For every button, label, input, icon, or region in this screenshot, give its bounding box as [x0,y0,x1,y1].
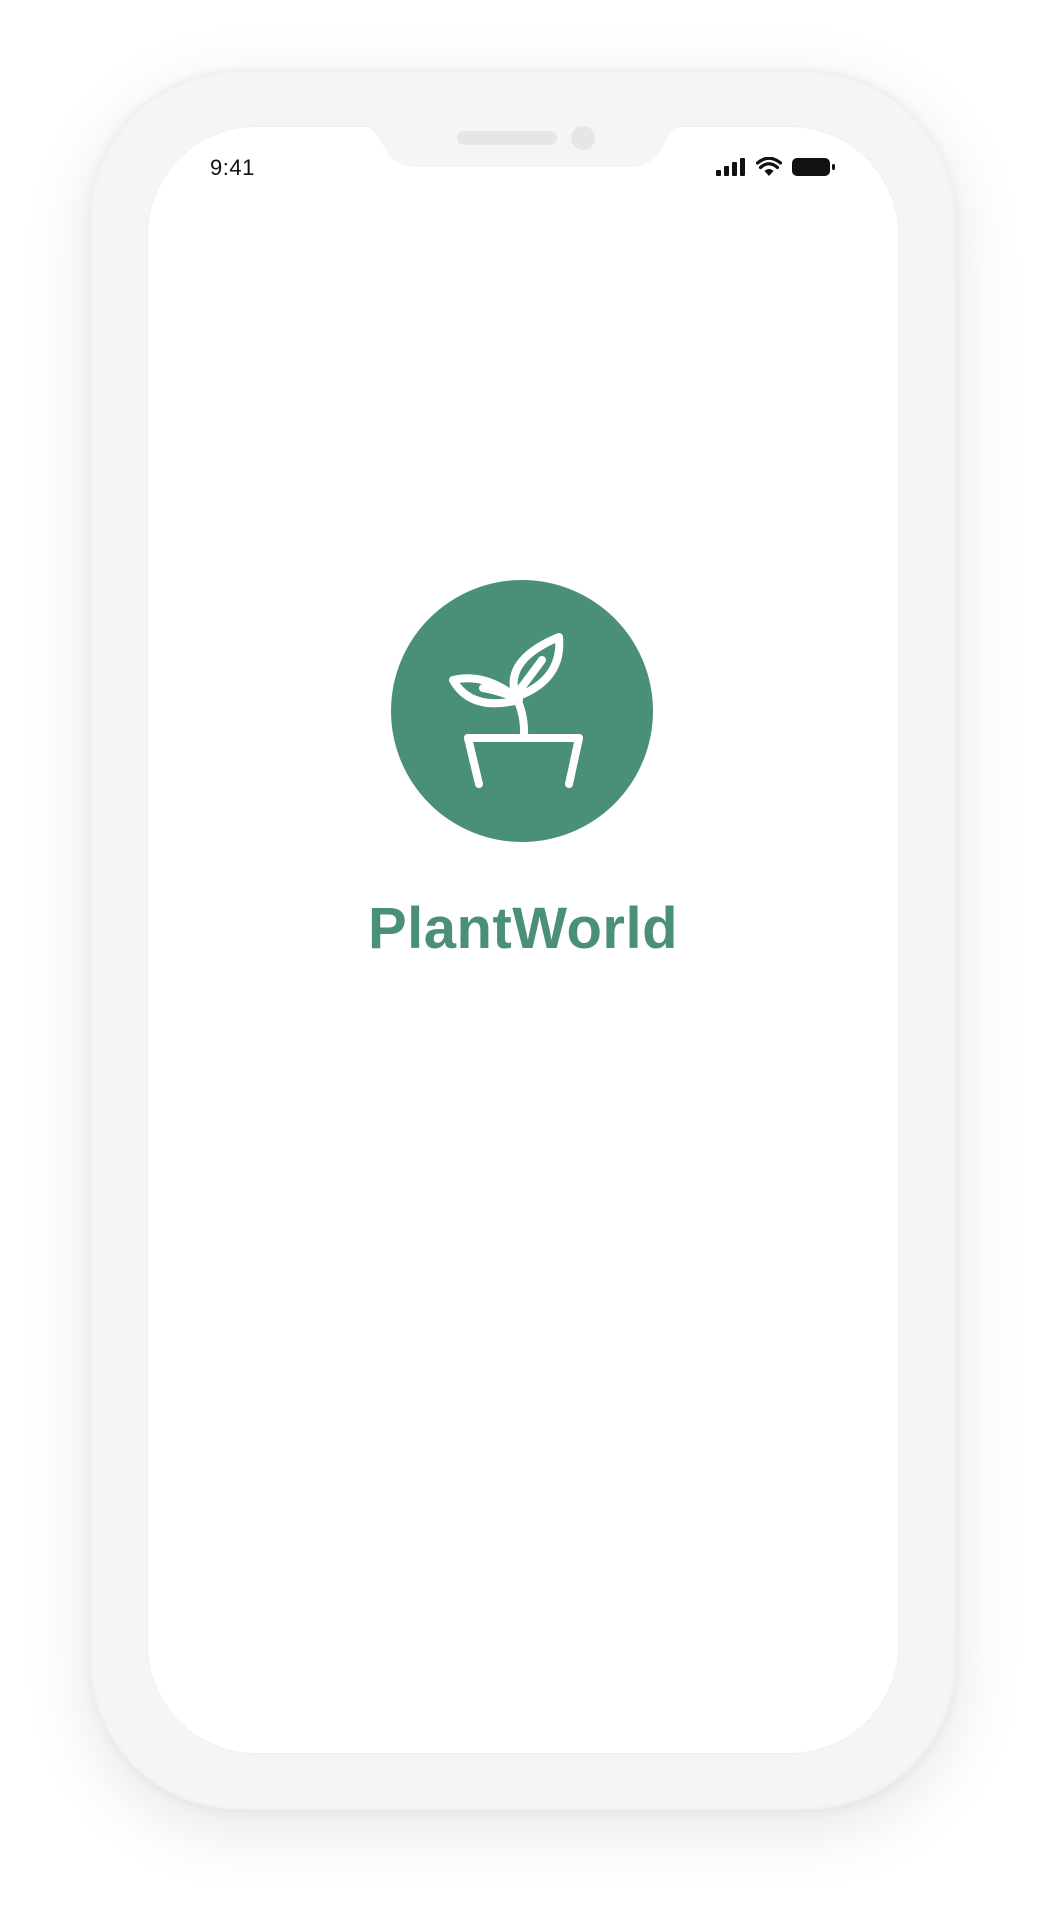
app-name: PlantWorld [367,896,679,961]
cellular-signal-icon [716,158,745,176]
front-camera [571,127,595,150]
speaker-grille [457,131,557,145]
status-icons [716,157,836,177]
potted-plant-icon [449,633,583,788]
device-notch [367,127,679,167]
phone-screen: 9:41 PlantWorld [148,127,898,1753]
wifi-icon [756,157,782,176]
status-time: 9:41 [210,155,255,180]
battery-icon [792,158,835,176]
app-logo [391,580,653,842]
device-frame: 9:41 PlantWorld [89,70,957,1810]
